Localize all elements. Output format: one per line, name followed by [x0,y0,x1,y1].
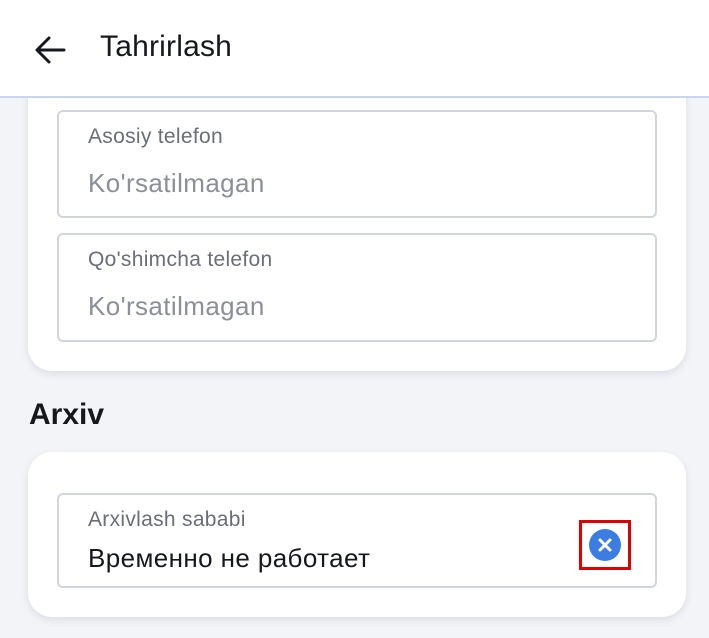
secondary-phone-value: Ko'rsatilmagan [88,291,265,321]
primary-phone-label: Asosiy telefon [88,125,223,148]
contacts-card: Asosiy telefon Ko'rsatilmagan Qo'shimcha… [28,72,686,371]
clear-reason-button[interactable] [579,520,631,570]
archive-reason-value: Временно не работает [88,543,371,573]
primary-phone-field[interactable]: Asosiy telefon Ko'rsatilmagan [57,110,657,218]
primary-phone-value: Ko'rsatilmagan [88,168,265,198]
clear-circle-icon [589,529,621,561]
app-bar: Tahrirlash [0,0,709,98]
secondary-phone-field[interactable]: Qo'shimcha telefon Ko'rsatilmagan [57,233,657,342]
archive-reason-field[interactable]: Arxivlash sababi Временно не работает [57,493,657,588]
page-title: Tahrirlash [100,30,233,63]
archive-card: Arxivlash sababi Временно не работает [28,452,686,617]
arrow-left-icon [35,36,66,64]
secondary-phone-label: Qo'shimcha telefon [88,248,273,271]
archive-reason-label: Arxivlash sababi [88,508,246,531]
edit-screen: Asosiy telefon Ko'rsatilmagan Qo'shimcha… [0,0,709,638]
archive-section-title: Arxiv [29,398,105,431]
back-button[interactable] [26,28,74,72]
